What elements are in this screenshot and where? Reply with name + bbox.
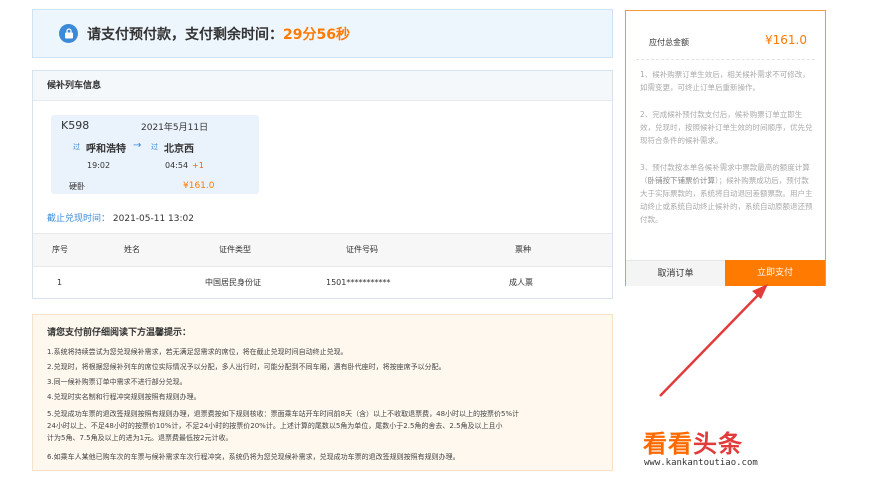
watermark: 看看头条 www.kankantoutiao.com bbox=[617, 418, 869, 484]
watermark-logo: 看看头条 bbox=[643, 430, 743, 458]
annotation-arrow-icon bbox=[659, 284, 768, 397]
watermark-url: www.kankantoutiao.com bbox=[644, 458, 758, 468]
